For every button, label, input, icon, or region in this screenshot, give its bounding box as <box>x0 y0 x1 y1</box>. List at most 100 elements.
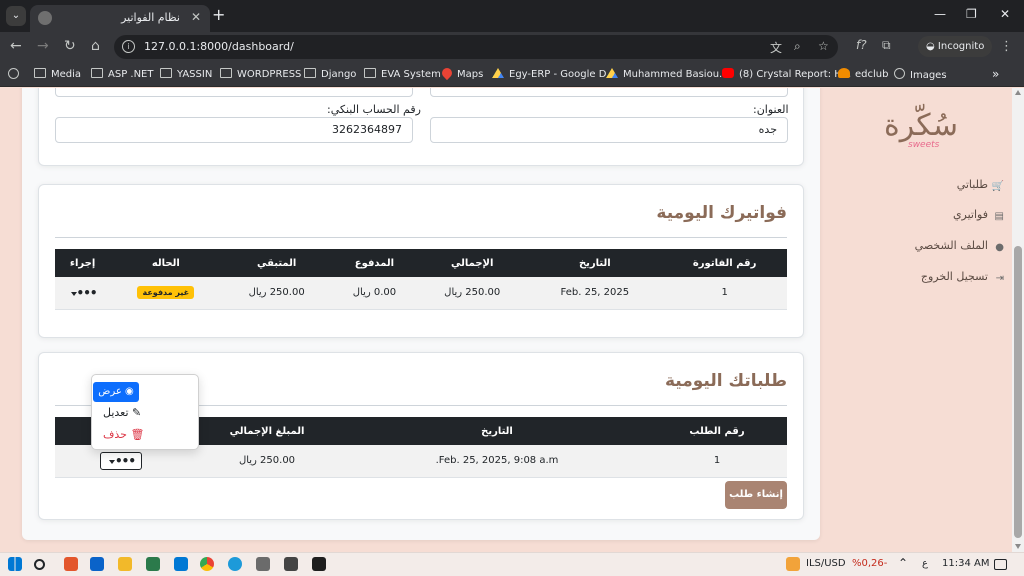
app-icon[interactable] <box>64 557 78 571</box>
bookmark-folder[interactable]: Django <box>304 68 356 80</box>
app-icon[interactable] <box>256 557 270 571</box>
address-bar[interactable]: i 127.0.0.1:8000/dashboard/ 文 ⌕ ☆ <box>114 35 838 59</box>
window-close-button[interactable]: ✕ <box>1000 7 1010 21</box>
clock[interactable]: 11:34 AM <box>942 558 989 569</box>
bookmark-link[interactable]: Maps <box>439 65 484 81</box>
scrollbar-thumb[interactable] <box>1014 246 1022 538</box>
new-tab-button[interactable]: + <box>212 5 225 24</box>
delete-menu-item[interactable]: 🗑 حذف <box>103 428 144 441</box>
bookmark-star-icon[interactable]: ☆ <box>818 39 829 53</box>
pencil-icon: ✎ <box>128 406 142 419</box>
brand-logo[interactable]: سُكّرة sweets <box>882 102 972 158</box>
bookmark-link[interactable]: (8) Crystal Report: H... <box>722 68 851 80</box>
minimize-button[interactable]: — <box>934 7 946 21</box>
extensions-icon[interactable]: ⧉ <box>882 38 891 53</box>
bookmark-folder[interactable]: YASSIN <box>160 68 212 80</box>
search-icon[interactable] <box>34 559 45 570</box>
bookmark-link[interactable]: edclub <box>838 68 888 80</box>
language-indicator[interactable]: ع <box>922 558 928 569</box>
bookmark-label: Maps <box>457 69 484 80</box>
page-scrollbar[interactable] <box>1012 88 1024 552</box>
bookmark-folder[interactable]: Media <box>34 68 81 80</box>
file-explorer-icon[interactable] <box>118 557 132 571</box>
url-text[interactable]: 127.0.0.1:8000/dashboard/ <box>144 40 294 53</box>
main-content: 250.00 322465486 رقم الحساب البنكي: العن… <box>22 88 820 540</box>
incognito-indicator[interactable]: ◒ Incognito <box>918 36 992 57</box>
back-icon[interactable]: ← <box>10 38 22 54</box>
sidebar-item-orders[interactable]: 🛒طلباتي <box>957 178 1004 192</box>
home-icon[interactable]: ⌂ <box>91 38 100 54</box>
invoice-action-cell[interactable]: ••• <box>55 277 111 310</box>
scroll-down-icon[interactable] <box>1015 544 1021 549</box>
restore-button[interactable]: ❐ <box>966 7 977 21</box>
currency-pair: ILS/USD <box>806 558 846 569</box>
chevron-up-icon[interactable]: ⌃ <box>898 556 908 570</box>
create-order-button[interactable]: إنشاء طلب <box>725 481 787 509</box>
bookmark-label: ASP .NET <box>108 69 154 80</box>
edit-menu-item[interactable]: ✎ تعديل <box>103 406 141 419</box>
view-menu-item[interactable]: ◉ عرض <box>93 382 139 402</box>
address-field[interactable]: جده <box>430 117 788 143</box>
reload-icon[interactable]: ↻ <box>64 38 76 54</box>
forward-icon[interactable]: → <box>37 38 49 54</box>
invoice-number: 1 <box>662 277 787 310</box>
windows-taskbar: ILS/USD %0,26- ⌃ ع 11:34 AM <box>0 552 1024 576</box>
edge-icon[interactable] <box>228 557 242 571</box>
column-header: الحاله <box>110 249 222 277</box>
edclub-icon <box>838 68 850 78</box>
scroll-up-icon[interactable] <box>1015 90 1021 95</box>
actions-button[interactable]: ••• <box>77 286 98 300</box>
bookmark-folder[interactable]: EVA System <box>364 68 441 80</box>
logout-icon: ⇥ <box>995 273 1004 284</box>
status-badge: غير مدفوعة <box>137 286 195 300</box>
invoices-table: رقم الفاتورة التاريخ الإجمالي المدفوع ال… <box>55 249 787 310</box>
windows-start-icon[interactable] <box>8 557 22 571</box>
browser-menu-icon[interactable]: ⋮ <box>1000 39 1013 54</box>
bookmark-label: Images <box>910 70 947 81</box>
divider <box>55 237 787 238</box>
sidebar-item-label: الملف الشخصي <box>914 239 988 252</box>
tab-search-menu-button[interactable]: ⌄ <box>6 6 26 26</box>
notification-icon[interactable] <box>994 559 1007 570</box>
translate-icon[interactable]: 文 <box>770 39 782 56</box>
bookmark-link[interactable]: Egy-ERP - Google D... <box>492 68 616 80</box>
bookmark-apps[interactable] <box>8 68 24 81</box>
edit-label: تعديل <box>103 406 129 419</box>
sidebar-item-invoices[interactable]: ▤ فواتيري <box>953 208 1004 222</box>
vscode-icon[interactable] <box>174 557 188 571</box>
page-viewport: 250.00 322465486 رقم الحساب البنكي: العن… <box>0 88 1024 552</box>
invoices-title: فواتيرك اليومية <box>656 203 787 223</box>
folder-icon <box>220 68 232 78</box>
profile-field-amount[interactable]: 250.00 <box>55 88 413 97</box>
bookmark-link[interactable]: Images <box>894 68 947 81</box>
bookmark-folder[interactable]: WORDPRESS <box>220 68 301 80</box>
eye-icon: ◉ <box>121 386 134 397</box>
more-bookmarks-icon[interactable]: » <box>992 67 999 81</box>
tab-title: نظام الفواتير <box>121 11 180 24</box>
sidebar-item-logout[interactable]: ⇥ تسجيل الخروج <box>921 270 1004 284</box>
chrome-icon[interactable] <box>200 557 214 571</box>
folder-icon <box>364 68 376 78</box>
bank-account-field[interactable]: 3262364897 <box>55 117 413 143</box>
sidebar-item-profile[interactable]: ● الملف الشخصي <box>914 239 1004 253</box>
terminal-icon[interactable] <box>312 557 326 571</box>
close-icon[interactable]: ✕ <box>191 10 201 24</box>
bookmark-label: Django <box>321 69 357 80</box>
app-icon[interactable] <box>146 557 160 571</box>
actions-button[interactable]: ••• <box>99 451 142 470</box>
site-info-icon[interactable]: i <box>122 40 135 53</box>
globe-icon <box>894 68 905 79</box>
app-icon[interactable] <box>284 557 298 571</box>
outlook-icon[interactable] <box>90 557 104 571</box>
font-extension-icon[interactable]: f? <box>856 38 867 52</box>
browser-tab[interactable]: نظام الفواتير ✕ <box>30 5 210 32</box>
bookmark-folder[interactable]: ASP .NET <box>91 68 153 80</box>
bookmark-link[interactable]: Muhammed Basiou... <box>606 68 729 80</box>
invoice-status-cell: غير مدفوعة <box>110 277 222 310</box>
profile-card: 250.00 322465486 رقم الحساب البنكي: العن… <box>38 88 804 166</box>
globe-icon <box>38 11 52 25</box>
profile-field-phone[interactable]: 322465486 <box>430 88 788 97</box>
bookmark-label: edclub <box>855 69 889 80</box>
invoice-total: 250.00 ريال <box>417 277 528 310</box>
zoom-icon[interactable]: ⌕ <box>794 39 801 54</box>
